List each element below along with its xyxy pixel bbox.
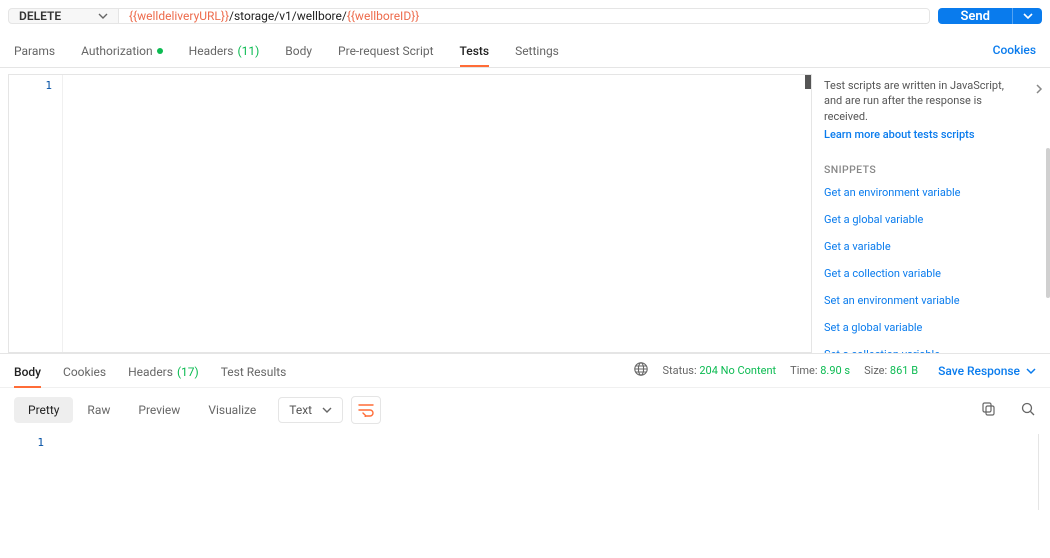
snippets-pane: Test scripts are written in JavaScript, … (812, 68, 1050, 353)
snippets-scrollbar[interactable] (1046, 148, 1050, 298)
send-options-button[interactable] (1012, 8, 1042, 24)
body-view-controls: Pretty Raw Preview Visualize Text (0, 388, 1050, 432)
chevron-right-icon (1034, 82, 1044, 96)
response-gutter: 1 (0, 432, 54, 512)
url-input[interactable]: {{welldeliveryURL}} /storage/v1/wellbore… (119, 9, 929, 23)
tab-headers[interactable]: Headers (11) (189, 34, 260, 66)
body-format-value: Text (289, 403, 312, 417)
response-body: 1 (0, 432, 1050, 512)
snippet-list: Get an environment variable Get a global… (824, 186, 1044, 353)
snippet-item[interactable]: Set a global variable (824, 321, 1044, 334)
chevron-down-icon (1026, 366, 1036, 376)
http-method-select[interactable]: DELETE (9, 9, 119, 23)
editor-content-area[interactable] (63, 75, 811, 352)
size-label: Size: (864, 364, 887, 377)
resp-tab-body[interactable]: Body (14, 355, 41, 387)
learn-more-link[interactable]: Learn more about tests scripts (824, 128, 1044, 141)
body-right-actions (980, 401, 1036, 420)
tab-prerequest[interactable]: Pre-request Script (338, 34, 433, 66)
request-tabs: Params Authorization Headers (11) Body P… (0, 32, 1050, 68)
gutter-line-number: 1 (0, 436, 44, 449)
gutter-line-number: 1 (9, 79, 52, 92)
resp-tab-cookies[interactable]: Cookies (63, 355, 106, 387)
collapse-snippets-button[interactable] (1034, 82, 1044, 99)
snippet-item[interactable]: Get a variable (824, 240, 1044, 253)
tab-headers-count: (11) (238, 44, 260, 58)
send-button[interactable]: Send (938, 8, 1012, 24)
size-value: 861 B (890, 364, 918, 377)
url-variable: {{wellboreID}} (347, 9, 420, 23)
tab-body[interactable]: Body (285, 34, 312, 66)
chevron-down-icon (1023, 11, 1033, 21)
tab-settings[interactable]: Settings (515, 34, 559, 66)
wrap-lines-button[interactable] (351, 396, 381, 424)
size-block: Size: 861 B (864, 364, 918, 377)
resp-tab-headers-count: (17) (177, 365, 199, 379)
search-response-button[interactable] (1020, 401, 1036, 420)
save-response-button[interactable]: Save Response (938, 364, 1036, 378)
tests-code-editor[interactable]: 1 (8, 74, 812, 353)
wrap-icon (358, 403, 374, 417)
request-bar: DELETE {{welldeliveryURL}} /storage/v1/w… (0, 0, 1050, 32)
resp-tab-headers-label: Headers (128, 365, 173, 379)
copy-response-button[interactable] (980, 401, 996, 420)
time-value: 8.90 s (820, 364, 850, 377)
cookies-link[interactable]: Cookies (993, 43, 1036, 57)
tab-authorization-label: Authorization (81, 44, 153, 58)
send-button-group: Send (938, 8, 1042, 24)
search-icon (1020, 401, 1036, 417)
snippets-description: Test scripts are written in JavaScript, … (824, 78, 1044, 124)
view-pretty-button[interactable]: Pretty (14, 397, 73, 423)
response-status-group: Status: 204 No Content Time: 8.90 s Size… (633, 361, 919, 380)
snippet-item[interactable]: Set a collection variable (824, 348, 1044, 353)
response-content-area[interactable] (54, 432, 1050, 512)
status-label: Status: (663, 364, 697, 377)
chevron-down-icon (322, 405, 332, 415)
snippet-item[interactable]: Set an environment variable (824, 294, 1044, 307)
globe-icon (633, 361, 649, 377)
editor-gutter: 1 (9, 75, 63, 352)
method-url-group: DELETE {{welldeliveryURL}} /storage/v1/w… (8, 8, 930, 24)
auth-active-dot-icon (157, 48, 163, 54)
response-minimap-marker (1038, 434, 1042, 510)
snippets-heading: SNIPPETS (824, 163, 1044, 176)
tab-params[interactable]: Params (14, 34, 55, 66)
response-tabs-row: Body Cookies Headers (17) Test Results S… (0, 354, 1050, 388)
chevron-down-icon (98, 11, 108, 21)
tests-editor-row: 1 Test scripts are written in JavaScript… (0, 68, 1050, 354)
tab-headers-label: Headers (189, 44, 234, 58)
editor-minimap-marker (805, 75, 811, 89)
resp-tab-headers[interactable]: Headers (17) (128, 355, 199, 387)
response-tabs: Body Cookies Headers (17) Test Results (14, 355, 633, 387)
tab-tests[interactable]: Tests (460, 34, 490, 66)
time-block: Time: 8.90 s (790, 364, 850, 377)
time-label: Time: (790, 364, 817, 377)
request-tabs-left: Params Authorization Headers (11) Body P… (14, 34, 993, 66)
view-preview-button[interactable]: Preview (124, 397, 194, 423)
tab-authorization[interactable]: Authorization (81, 34, 163, 66)
save-response-label: Save Response (938, 364, 1020, 378)
view-raw-button[interactable]: Raw (73, 397, 124, 423)
url-variable: {{welldeliveryURL}} (129, 9, 229, 23)
status-block: Status: 204 No Content (663, 364, 777, 377)
body-view-format-group: Pretty Raw Preview Visualize (14, 397, 270, 423)
snippet-item[interactable]: Get a collection variable (824, 267, 1044, 280)
body-format-select[interactable]: Text (278, 397, 343, 423)
copy-icon (980, 401, 996, 417)
status-value: 204 No Content (699, 364, 776, 377)
snippet-item[interactable]: Get a global variable (824, 213, 1044, 226)
resp-tab-test-results[interactable]: Test Results (221, 355, 287, 387)
url-text: /storage/v1/wellbore/ (229, 9, 347, 23)
network-globe-icon[interactable] (633, 361, 649, 380)
http-method-value: DELETE (19, 9, 61, 23)
snippet-item[interactable]: Get an environment variable (824, 186, 1044, 199)
view-visualize-button[interactable]: Visualize (194, 397, 270, 423)
